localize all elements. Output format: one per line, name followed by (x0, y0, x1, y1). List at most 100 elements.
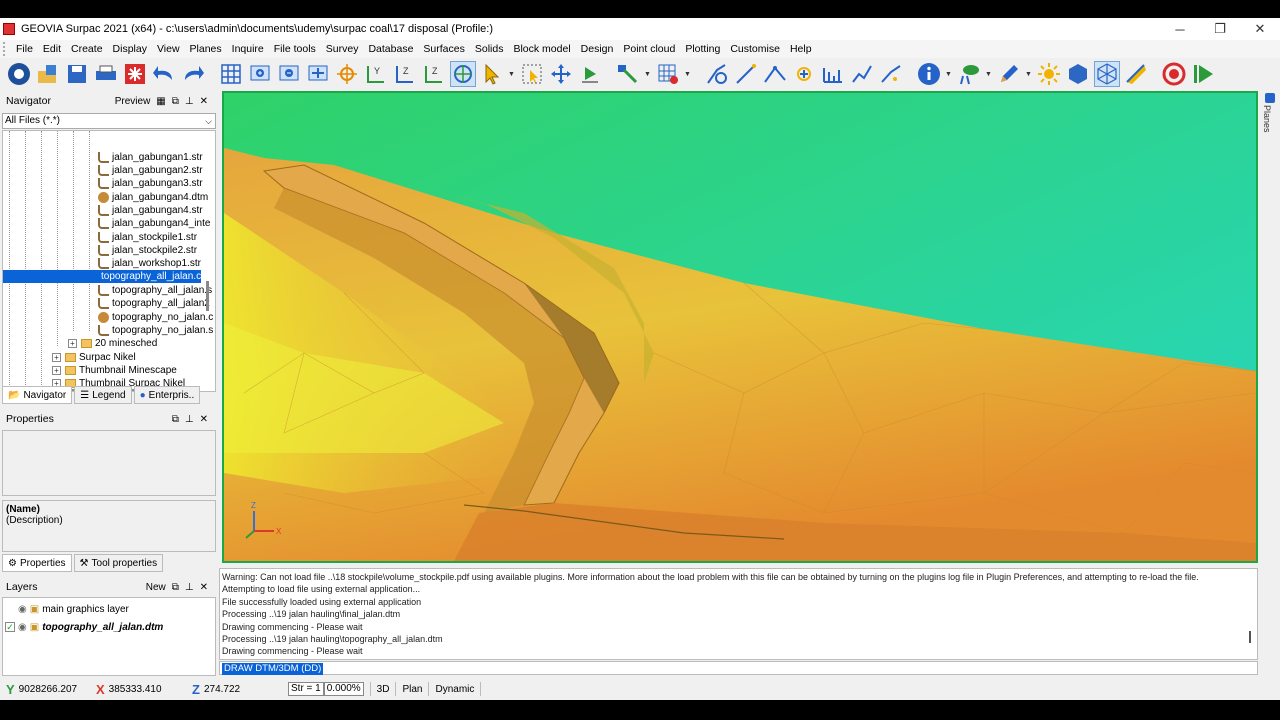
print-icon[interactable] (93, 61, 119, 87)
tree-file-item[interactable]: jalan_gabungan4_inte (98, 217, 210, 230)
menu-create[interactable]: Create (66, 43, 108, 55)
tree-file-item[interactable]: jalan_gabungan3.str (98, 177, 203, 190)
view-xy-icon[interactable]: Y (363, 61, 389, 87)
tab-properties[interactable]: ⚙ Properties (2, 554, 72, 572)
planes-side-tab[interactable]: Planes (1262, 91, 1278, 151)
grid-settings-icon[interactable] (655, 61, 681, 87)
save-icon[interactable] (64, 61, 90, 87)
new-layer-button[interactable]: New (146, 582, 166, 593)
preview-label[interactable]: Preview (115, 96, 151, 107)
view-plan-button[interactable]: Plan (402, 684, 422, 695)
menu-file-tools[interactable]: File tools (269, 43, 321, 55)
lock-icon[interactable]: ▣ (30, 622, 39, 633)
rotate-icon[interactable] (450, 61, 476, 87)
pin-icon[interactable]: ⊥ (185, 582, 194, 593)
dynamic-mode-button[interactable]: Dynamic (435, 684, 474, 695)
pan-icon[interactable] (548, 61, 574, 87)
select-pointer-icon[interactable] (479, 61, 505, 87)
minimize-button[interactable]: ─ (1160, 22, 1200, 37)
close-panel-icon[interactable]: ✕ (200, 582, 208, 593)
expand-icon[interactable]: + (52, 366, 61, 375)
tab-tool-properties[interactable]: ⚒ Tool properties (73, 554, 164, 572)
view-zx-icon[interactable]: Z (392, 61, 418, 87)
menu-survey[interactable]: Survey (321, 43, 364, 55)
grid-icon[interactable] (218, 61, 244, 87)
close-window-button[interactable]: ✕ (1240, 21, 1280, 37)
string-settings-icon[interactable] (704, 61, 730, 87)
stop-record-icon[interactable] (1161, 61, 1187, 87)
file-filter-select[interactable]: All Files (*.*) ⌵ (2, 113, 216, 129)
tab-legend[interactable]: ☰ Legend (74, 386, 132, 404)
dropdown-arrow-icon[interactable]: ▼ (985, 71, 993, 78)
tree-file-item[interactable]: jalan_gabungan4.dtm (98, 191, 208, 204)
play-macro-icon[interactable] (1190, 61, 1216, 87)
menu-help[interactable]: Help (785, 43, 817, 55)
menu-display[interactable]: Display (108, 43, 152, 55)
tree-file-item-selected[interactable]: topography_all_jalan.c (3, 270, 201, 283)
menu-edit[interactable]: Edit (38, 43, 66, 55)
tree-file-item[interactable]: jalan_stockpile2.str (98, 244, 197, 257)
light-icon[interactable] (1036, 61, 1062, 87)
tree-folder-item[interactable]: +20 minesched (68, 337, 157, 350)
zoom-in-icon[interactable] (247, 61, 273, 87)
menu-view[interactable]: View (152, 43, 185, 55)
dtm-surface-render[interactable]: Z X (224, 93, 1256, 561)
digitise-icon[interactable] (733, 61, 759, 87)
tree-file-item[interactable]: topography_no_jalan.c (98, 311, 213, 324)
solid-shading-icon[interactable] (1065, 61, 1091, 87)
draw-line-icon[interactable] (615, 61, 641, 87)
eye-icon[interactable]: ◉ (18, 622, 27, 633)
polyline-icon[interactable] (849, 61, 875, 87)
tree-file-item[interactable]: jalan_workshop1.str (98, 257, 201, 270)
float-panel-icon[interactable]: ⧉ (172, 96, 179, 107)
transparency-icon[interactable] (1123, 61, 1149, 87)
view-3d-button[interactable]: 3D (377, 684, 390, 695)
close-panel-icon[interactable]: ✕ (200, 414, 208, 425)
float-panel-icon[interactable]: ⧉ (172, 414, 179, 425)
menu-file[interactable]: File (11, 43, 38, 55)
file-tree[interactable]: jalan_gabungan1.str jalan_gabungan2.str … (2, 130, 216, 392)
edit-segment-icon[interactable] (820, 61, 846, 87)
dropdown-arrow-icon[interactable]: ▼ (945, 71, 953, 78)
reset-graphics-icon[interactable] (122, 61, 148, 87)
run-macro-icon[interactable] (6, 61, 32, 87)
tree-file-item[interactable]: jalan_stockpile1.str (98, 231, 197, 244)
wireframe-icon[interactable] (1094, 61, 1120, 87)
dropdown-arrow-icon[interactable]: ▼ (508, 71, 516, 78)
select-box-icon[interactable] (519, 61, 545, 87)
tree-file-item[interactable]: topography_all_jalan.s (98, 284, 212, 297)
survey-tool-icon[interactable] (956, 61, 982, 87)
apply-icon[interactable] (577, 61, 603, 87)
close-panel-icon[interactable]: ✕ (200, 96, 208, 107)
lock-icon[interactable]: ▣ (30, 604, 39, 615)
tree-file-item[interactable]: topography_no_jalan.s (98, 324, 213, 337)
tree-file-item[interactable]: jalan_gabungan2.str (98, 164, 203, 177)
new-string-icon[interactable] (762, 61, 788, 87)
menu-customise[interactable]: Customise (725, 43, 785, 55)
chevron-down-icon[interactable]: ⌵ (205, 114, 212, 128)
float-panel-icon[interactable]: ⧉ (172, 582, 179, 593)
eye-icon[interactable]: ◉ (18, 604, 27, 615)
command-line[interactable]: DRAW DTM/3DM (DD) (219, 661, 1258, 675)
tree-file-item[interactable]: jalan_gabungan4.str (98, 204, 203, 217)
menu-design[interactable]: Design (576, 43, 619, 55)
view-zy-icon[interactable]: Z (421, 61, 447, 87)
message-scrollbar[interactable] (1249, 631, 1251, 643)
open-file-icon[interactable] (35, 61, 61, 87)
dropdown-arrow-icon[interactable]: ▼ (1025, 71, 1033, 78)
tree-scrollbar[interactable] (206, 281, 209, 311)
menu-surfaces[interactable]: Surfaces (418, 43, 469, 55)
pin-icon[interactable]: ⊥ (185, 414, 194, 425)
add-point-icon[interactable] (791, 61, 817, 87)
tab-enterprise[interactable]: ● Enterpris.. (133, 386, 201, 404)
tab-navigator[interactable]: 📂 Navigator (2, 386, 73, 404)
tree-folder-item[interactable]: + Surpac Nikel (52, 351, 136, 364)
preview-toggle-icon[interactable]: ▦ (156, 96, 165, 107)
pin-icon[interactable]: ⊥ (185, 96, 194, 107)
crosshair-icon[interactable] (334, 61, 360, 87)
tree-file-item[interactable]: topography_all_jalan2 (98, 297, 210, 310)
menu-point-cloud[interactable]: Point cloud (618, 43, 680, 55)
delete-points-icon[interactable] (878, 61, 904, 87)
layer-visibility-checkbox[interactable]: ✓ (5, 622, 15, 632)
menu-planes[interactable]: Planes (185, 43, 227, 55)
